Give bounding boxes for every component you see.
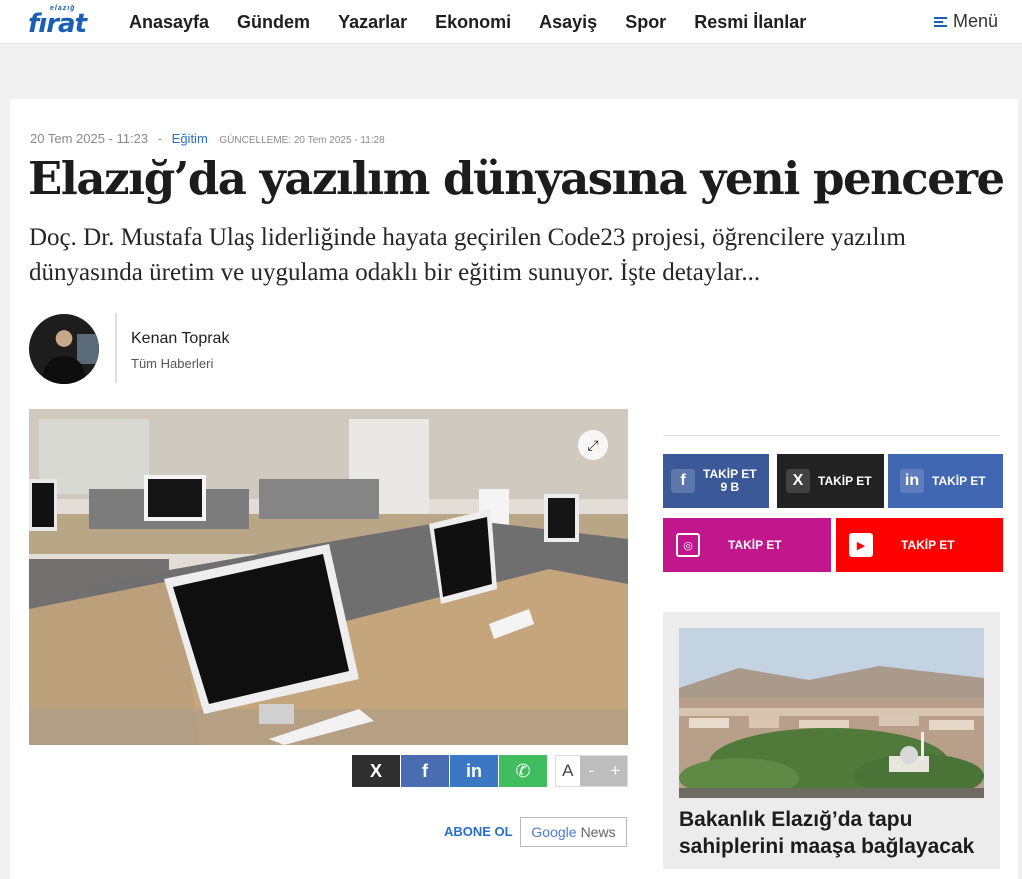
computer-lab-photo xyxy=(29,409,628,745)
meta-separator: - xyxy=(157,131,163,146)
font-size-decrease-button[interactable]: - xyxy=(579,756,604,786)
author-name[interactable]: Kenan Toprak xyxy=(131,330,229,348)
sidebar-news-image[interactable] xyxy=(679,628,984,798)
linkedin-icon: in xyxy=(900,469,924,493)
article-main-image[interactable] xyxy=(29,409,628,745)
follow-instagram-label: TAKİP ET xyxy=(728,538,782,552)
sidebar-divider xyxy=(663,435,1000,436)
font-size-increase-button[interactable]: + xyxy=(603,756,628,786)
youtube-icon: ▶ xyxy=(849,533,873,557)
subscribe-label: ABONE OL xyxy=(444,824,513,839)
menu-button[interactable]: Menü xyxy=(933,11,998,32)
share-bar: X f in ✆ xyxy=(352,755,548,787)
linkedin-icon: in xyxy=(466,760,482,781)
follow-youtube-button[interactable]: ▶ TAKİP ET xyxy=(836,518,1003,572)
news-wordmark: News xyxy=(580,824,616,840)
facebook-icon: f xyxy=(422,760,428,781)
share-whatsapp-button[interactable]: ✆ xyxy=(499,755,547,787)
share-facebook-button[interactable]: f xyxy=(401,755,449,787)
nav-item-spor[interactable]: Spor xyxy=(625,12,666,33)
share-linkedin-button[interactable]: in xyxy=(450,755,498,787)
top-bar: elazığ fırat Anasayfa Gündem Yazarlar Ek… xyxy=(0,0,1022,44)
follow-linkedin-button[interactable]: in TAKİP ET xyxy=(888,454,1003,508)
author-all-news-link[interactable]: Tüm Haberleri xyxy=(131,356,213,371)
x-icon: X xyxy=(786,469,810,493)
font-size-control: A - + xyxy=(555,755,628,787)
follow-facebook-button[interactable]: f TAKİP ET 9 B xyxy=(663,454,769,508)
city-aerial-photo xyxy=(679,628,984,798)
article-updated: GÜNCELLEME: 20 Tem 2025 - 11:28 xyxy=(219,135,385,146)
article-meta: 20 Tem 2025 - 11:23 - Eğitim GÜNCELLEME:… xyxy=(30,131,385,146)
hamburger-icon xyxy=(933,16,947,28)
instagram-icon: ◎ xyxy=(676,533,700,557)
menu-label: Menü xyxy=(952,11,998,31)
article-summary: Doç. Dr. Mustafa Ulaş liderliğinde hayat… xyxy=(29,224,906,286)
article-title: Elazığ’da yazılım dünyasına yeni pencere xyxy=(28,152,1005,205)
follow-x-label: TAKİP ET xyxy=(818,474,872,488)
article-date: 20 Tem 2025 - 11:23 xyxy=(30,131,149,146)
whatsapp-icon: ✆ xyxy=(515,760,531,781)
sidebar-news-title[interactable]: Bakanlık Elazığ’da tapu sahiplerini maaş… xyxy=(679,806,989,860)
main-nav: Anasayfa Gündem Yazarlar Ekonomi Asayiş … xyxy=(129,0,834,44)
expand-icon[interactable]: ⤢ xyxy=(578,430,608,460)
google-news-button[interactable]: Google News xyxy=(520,817,627,847)
x-icon: X xyxy=(369,760,382,781)
nav-item-asayis[interactable]: Asayiş xyxy=(539,12,597,33)
nav-item-gundem[interactable]: Gündem xyxy=(237,12,310,33)
nav-item-anasayfa[interactable]: Anasayfa xyxy=(129,12,209,33)
follow-youtube-label: TAKİP ET xyxy=(901,538,955,552)
share-x-button[interactable]: X xyxy=(352,755,400,787)
nav-item-yazarlar[interactable]: Yazarlar xyxy=(338,12,407,33)
logo-big-text: fırat xyxy=(28,9,87,39)
nav-item-resmi-ilanlar[interactable]: Resmi İlanlar xyxy=(694,12,806,33)
nav-item-ekonomi[interactable]: Ekonomi xyxy=(435,12,511,33)
google-wordmark: Google xyxy=(531,824,577,840)
article-category-link[interactable]: Eğitim xyxy=(172,131,208,146)
font-size-reset-button[interactable]: A xyxy=(556,756,580,786)
author-avatar[interactable] xyxy=(29,314,99,384)
follow-facebook-count: 9 B xyxy=(720,480,740,494)
follow-x-button[interactable]: X TAKİP ET xyxy=(777,454,884,508)
site-logo[interactable]: elazığ fırat xyxy=(28,5,92,39)
follow-linkedin-label: TAKİP ET xyxy=(932,474,986,488)
facebook-icon: f xyxy=(671,469,695,493)
author-divider xyxy=(115,313,117,383)
follow-instagram-button[interactable]: ◎ TAKİP ET xyxy=(663,518,831,572)
